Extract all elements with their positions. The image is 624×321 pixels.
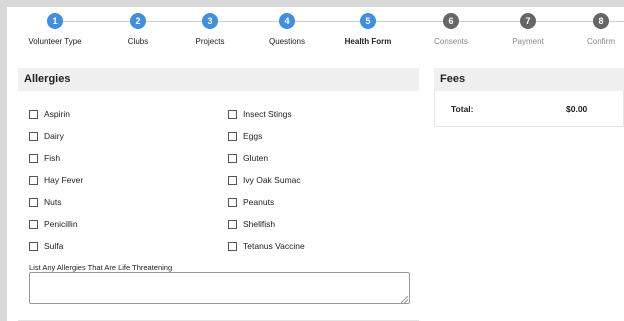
step-number: 1 (47, 13, 63, 29)
allergy-aspirin[interactable]: Aspirin (29, 109, 70, 119)
checkbox-label: Penicillin (44, 219, 78, 229)
fees-header: Fees (434, 68, 624, 91)
step-label: Questions (268, 37, 306, 46)
checkbox-label: Eggs (243, 131, 263, 141)
allergy-gluten[interactable]: Gluten (228, 153, 268, 163)
checkbox-label: Hay Fever (44, 175, 84, 185)
allergy-dairy[interactable]: Dairy (29, 131, 64, 141)
life-threatening-label: List Any Allergies That Are Life Threate… (29, 263, 173, 272)
checkbox[interactable] (228, 109, 237, 119)
checkbox[interactable] (29, 219, 38, 229)
step-label: Volunteer Type (28, 37, 82, 46)
checkbox[interactable] (228, 175, 237, 185)
checkbox[interactable] (29, 175, 38, 185)
allergy-penicillin[interactable]: Penicillin (29, 219, 78, 229)
checkbox-label: Peanuts (243, 197, 275, 207)
fees-total-value: $0.00 (566, 104, 588, 114)
allergy-fish[interactable]: Fish (29, 153, 60, 163)
step-number: 7 (520, 13, 536, 29)
allergies-header: Allergies (18, 68, 419, 91)
checkbox-label: Tetanus Vaccine (243, 241, 305, 251)
step-number: 2 (130, 13, 146, 29)
checkbox-label: Fish (44, 153, 61, 163)
checkbox-label: Ivy Oak Sumac (243, 175, 301, 185)
step-health-form[interactable]: 5 Health Form (323, 13, 413, 46)
checkbox-label: Sulfa (44, 241, 64, 251)
life-threatening-input[interactable] (29, 272, 410, 304)
checkbox[interactable] (228, 219, 237, 229)
step-number: 6 (443, 13, 459, 29)
checkbox[interactable] (29, 241, 38, 251)
checkbox[interactable] (29, 131, 38, 141)
checkbox[interactable] (228, 241, 237, 251)
checkbox-label: Insect Stings (243, 109, 292, 119)
step-label: Health Form (344, 37, 392, 46)
allergy-hay-fever[interactable]: Hay Fever (29, 175, 83, 185)
checkbox-label: Gluten (243, 153, 269, 163)
allergy-sulfa[interactable]: Sulfa (29, 241, 63, 251)
step-number: 3 (202, 13, 218, 29)
step-label: Confirm (586, 37, 615, 46)
checkbox[interactable] (29, 197, 38, 207)
allergy-eggs[interactable]: Eggs (228, 131, 262, 141)
allergy-nuts[interactable]: Nuts (29, 197, 61, 207)
progress-stepper: 1 Volunteer Type 2 Clubs 3 Projects 4 Qu… (7, 7, 624, 57)
step-number: 8 (593, 13, 609, 29)
fees-total-label: Total: (451, 104, 474, 114)
page: 1 Volunteer Type 2 Clubs 3 Projects 4 Qu… (7, 7, 624, 321)
checkbox-label: Nuts (44, 197, 62, 207)
checkbox[interactable] (29, 153, 38, 163)
checkbox-label: Aspirin (44, 109, 70, 119)
resize-handle-icon[interactable] (401, 296, 408, 303)
step-confirm: 8 Confirm (556, 13, 624, 46)
step-questions[interactable]: 4 Questions (242, 13, 332, 46)
checkbox[interactable] (228, 153, 237, 163)
allergy-insect-stings[interactable]: Insect Stings (228, 109, 292, 119)
step-volunteer-type[interactable]: 1 Volunteer Type (10, 13, 100, 46)
step-number: 5 (360, 13, 376, 29)
fees-panel: Total: $0.00 (434, 91, 624, 127)
checkbox-label: Shellfish (243, 219, 276, 229)
checkbox[interactable] (228, 131, 237, 141)
checkbox[interactable] (228, 197, 237, 207)
checkbox[interactable] (29, 109, 38, 119)
step-number: 4 (279, 13, 295, 29)
allergy-tetanus-vaccine[interactable]: Tetanus Vaccine (228, 241, 305, 251)
allergy-ivy-oak-sumac[interactable]: Ivy Oak Sumac (228, 175, 301, 185)
allergy-peanuts[interactable]: Peanuts (228, 197, 274, 207)
checkbox-label: Dairy (44, 131, 64, 141)
allergy-shellfish[interactable]: Shellfish (228, 219, 275, 229)
